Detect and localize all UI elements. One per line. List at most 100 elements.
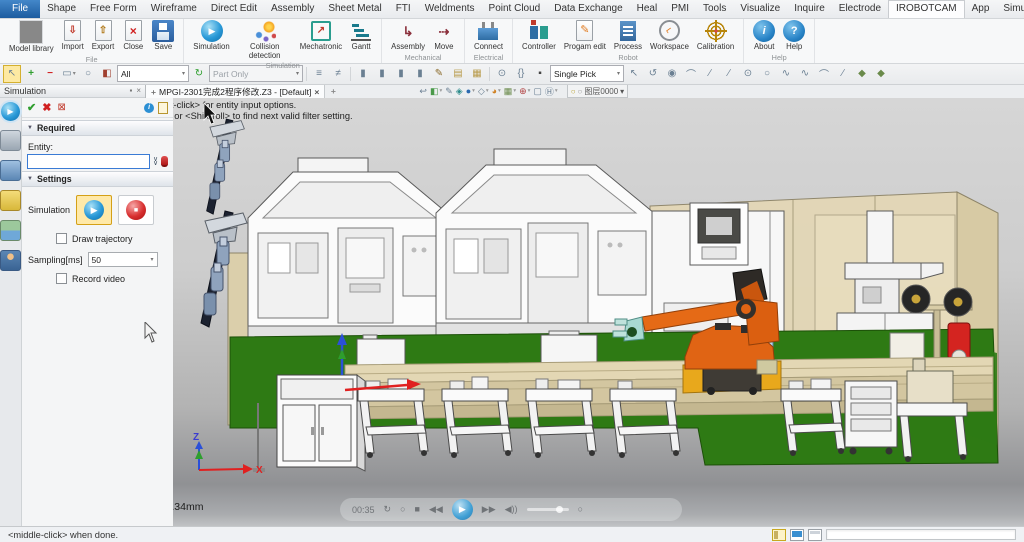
layer-combo[interactable]: ○ ○ 图层0000 ▾ bbox=[567, 84, 629, 98]
panel-menu-icon[interactable]: ▪ bbox=[129, 86, 132, 95]
info-icon[interactable]: i bbox=[144, 103, 154, 113]
help-doc-icon[interactable] bbox=[158, 102, 168, 114]
pick-cursor-icon[interactable]: ↖ bbox=[3, 65, 21, 83]
solid-pick-icon[interactable]: ◆ bbox=[872, 65, 890, 83]
chain-pick-icon[interactable]: ◉ bbox=[663, 65, 681, 83]
segment-snap-icon[interactable]: ∕ bbox=[720, 65, 738, 83]
controller-button[interactable]: Controller bbox=[518, 19, 560, 53]
menu-tab-irobotcam[interactable]: IROBOTCAM bbox=[888, 0, 965, 18]
scene-image-nav-icon[interactable] bbox=[0, 220, 21, 241]
workspace-box-nav-icon[interactable] bbox=[0, 190, 21, 211]
play-pause-button[interactable]: ▶ bbox=[452, 499, 473, 520]
structure-tree-nav-icon[interactable] bbox=[0, 160, 21, 181]
menu-tab-pmi[interactable]: PMI bbox=[664, 0, 696, 18]
section-view-icon[interactable]: Ⓗ▾ bbox=[545, 85, 558, 98]
help-button[interactable]: Help bbox=[779, 19, 809, 53]
line-snap-icon[interactable]: ∕ bbox=[701, 65, 719, 83]
draw-trajectory-checkbox[interactable] bbox=[56, 233, 67, 244]
menu-tab-electrode[interactable]: Electrode bbox=[832, 0, 888, 18]
sampling-select[interactable]: 50▾ bbox=[88, 252, 158, 267]
simulation-button[interactable]: Simulation bbox=[189, 19, 233, 53]
gantt-button[interactable]: Gantt bbox=[346, 19, 376, 53]
record-icon[interactable]: ○ bbox=[400, 505, 405, 514]
volume-slider[interactable] bbox=[527, 508, 569, 511]
folder-add-icon[interactable]: ▦ bbox=[468, 65, 486, 83]
entity-filter-icon[interactable] bbox=[161, 156, 168, 167]
loop-icon[interactable]: ↻ bbox=[384, 505, 392, 514]
apply-export-icon[interactable]: ⊠ bbox=[57, 102, 65, 113]
axis-target-icon[interactable]: ⊕▾ bbox=[519, 86, 530, 97]
volume-icon[interactable]: ◀)) bbox=[505, 505, 518, 514]
wireframe-view-icon[interactable]: ◇▾ bbox=[478, 86, 489, 97]
playback-settings-icon[interactable]: ○ bbox=[578, 505, 583, 514]
arc-snap-icon[interactable]: ⌒ bbox=[815, 65, 833, 83]
operator-nav-icon[interactable] bbox=[0, 250, 21, 271]
close-button[interactable]: Close bbox=[118, 19, 148, 53]
brackets-icon[interactable]: {} bbox=[512, 65, 530, 83]
display-mode-icon[interactable] bbox=[790, 529, 804, 541]
add-to-selection-icon[interactable]: + bbox=[22, 65, 40, 83]
menu-tab-shape[interactable]: Shape bbox=[40, 0, 83, 18]
menu-tab-data-exchange[interactable]: Data Exchange bbox=[547, 0, 629, 18]
entity-filter-combo[interactable]: All▾ bbox=[117, 65, 189, 82]
cancel-x-icon[interactable]: ✖ bbox=[42, 101, 51, 114]
spline-snap-icon[interactable]: ∿ bbox=[796, 65, 814, 83]
panel-toggle-icon[interactable] bbox=[772, 529, 786, 541]
record-video-checkbox[interactable] bbox=[56, 273, 67, 284]
menu-tab-free-form[interactable]: Free Form bbox=[83, 0, 144, 18]
panel-close-icon[interactable]: × bbox=[136, 86, 141, 95]
window-select-icon[interactable]: ▭▾ bbox=[60, 65, 78, 83]
background-image-icon[interactable]: ▦▾ bbox=[504, 86, 516, 97]
menu-tab-visualize[interactable]: Visualize bbox=[733, 0, 787, 18]
center-snap-icon[interactable]: ⊙ bbox=[739, 65, 757, 83]
window-layout-icon[interactable] bbox=[808, 529, 822, 541]
menu-tab-app[interactable]: App bbox=[965, 0, 997, 18]
shaded-view-icon[interactable]: ●▾ bbox=[466, 86, 475, 96]
exit-view-icon[interactable]: ↩ bbox=[419, 86, 427, 97]
surface-pick-icon[interactable]: ◆ bbox=[853, 65, 871, 83]
mechatronic-button[interactable]: Mechatronic bbox=[296, 19, 346, 53]
connect-button[interactable]: Connect bbox=[470, 19, 507, 53]
menu-tab-wireframe[interactable]: Wireframe bbox=[144, 0, 204, 18]
pan-view-icon[interactable]: ◈ bbox=[456, 86, 463, 97]
lasso-select-icon[interactable]: ○ bbox=[79, 65, 97, 83]
entity-expand-icon[interactable]: ∨∨ bbox=[153, 158, 158, 166]
menu-tab-inquire[interactable]: Inquire bbox=[787, 0, 832, 18]
view-bar-icon-3[interactable]: ▮ bbox=[392, 65, 410, 83]
viewport-3d-scene[interactable]: Z X bbox=[145, 113, 1024, 525]
view-bar-icon-4[interactable]: ▮ bbox=[411, 65, 429, 83]
menu-tab-point-cloud[interactable]: Point Cloud bbox=[482, 0, 548, 18]
remove-from-selection-icon[interactable]: − bbox=[41, 65, 59, 83]
menu-tab-direct-edit[interactable]: Direct Edit bbox=[204, 0, 264, 18]
viewport-window-icon[interactable]: ▢ bbox=[533, 86, 542, 97]
mechanism-nav-icon[interactable] bbox=[0, 130, 21, 151]
menu-tab-sheet-metal[interactable]: Sheet Metal bbox=[321, 0, 388, 18]
tangent-pick-icon[interactable]: ⌒ bbox=[682, 65, 700, 83]
calibration-button[interactable]: Calibration bbox=[693, 19, 738, 53]
model-library-button[interactable]: Model library bbox=[5, 19, 58, 55]
ok-check-icon[interactable]: ✔ bbox=[27, 101, 36, 114]
settings-section-header[interactable]: Settings bbox=[22, 171, 173, 187]
program-edit-button[interactable]: Progam edit bbox=[560, 19, 610, 53]
rewind-icon[interactable]: ◀◀ bbox=[429, 505, 443, 514]
menu-tab-simulation[interactable]: Simulation bbox=[996, 0, 1024, 18]
viewport-canvas[interactable]: <right-click> for entity input options. … bbox=[145, 98, 1024, 527]
annotate-pen-icon[interactable]: ✎ bbox=[430, 65, 448, 83]
sketch-pencil-icon[interactable]: ✎ bbox=[445, 86, 453, 97]
required-section-header[interactable]: Required bbox=[22, 120, 173, 136]
midpoint-snap-icon[interactable]: ∿ bbox=[777, 65, 795, 83]
save-button[interactable]: Save bbox=[148, 19, 178, 53]
simulation-stop-button[interactable]: ■ bbox=[118, 195, 154, 225]
document-tab[interactable]: MPGI-2301完成2程序修改.Z3 - [Default] × bbox=[145, 84, 325, 98]
view-orientation-icon[interactable]: ◧▾ bbox=[430, 86, 442, 97]
collision-detection-button[interactable]: Collision detection bbox=[234, 19, 296, 61]
menu-tab-heal[interactable]: Heal bbox=[630, 0, 665, 18]
color-filter-icon[interactable]: ◧ bbox=[98, 65, 116, 83]
tab-close-icon[interactable]: × bbox=[314, 87, 319, 97]
entity-input[interactable] bbox=[27, 154, 150, 169]
menu-tab-weldments[interactable]: Weldments bbox=[418, 0, 482, 18]
history-clock-icon[interactable]: ⊙ bbox=[493, 65, 511, 83]
move-button[interactable]: Move bbox=[429, 19, 459, 53]
export-button[interactable]: Export bbox=[88, 19, 119, 53]
menu-tab-fti[interactable]: FTI bbox=[389, 0, 418, 18]
